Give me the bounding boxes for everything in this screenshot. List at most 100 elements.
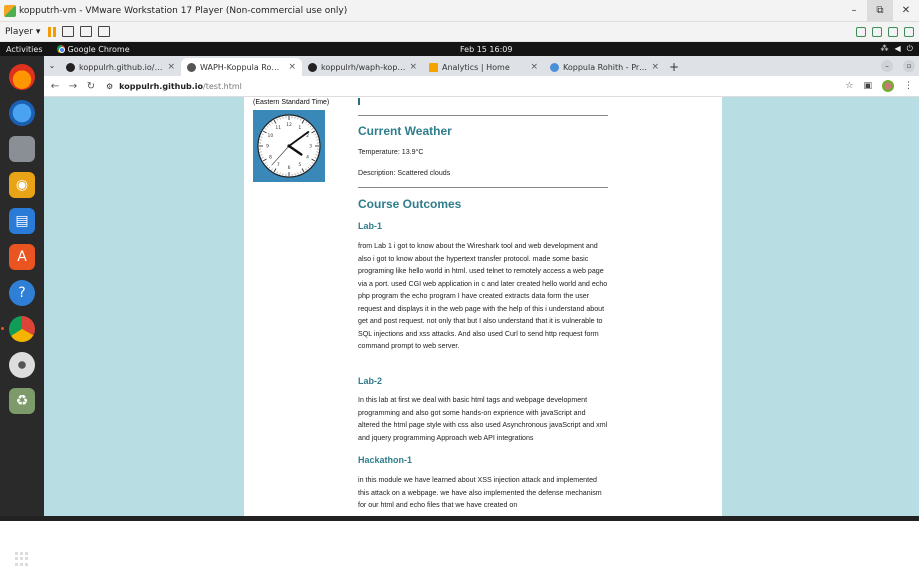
send-ctrl-alt-del-icon[interactable] bbox=[62, 26, 74, 37]
url-field[interactable]: ⚙ koppulrh.github.io/test.html bbox=[106, 82, 242, 91]
window-title: kopputrh-vm - VMware Workstation 17 Play… bbox=[19, 6, 841, 16]
tab-close-icon[interactable]: × bbox=[167, 62, 175, 72]
svg-text:8: 8 bbox=[269, 154, 272, 160]
device-usb-icon[interactable] bbox=[872, 27, 882, 37]
tab-close-icon[interactable]: × bbox=[409, 62, 417, 72]
chrome-icon bbox=[57, 45, 65, 53]
chrome-menu-icon[interactable]: ⋮ bbox=[904, 81, 913, 91]
forward-icon[interactable]: → bbox=[66, 81, 80, 92]
back-icon[interactable]: ← bbox=[48, 81, 62, 92]
pause-icon[interactable] bbox=[48, 27, 56, 37]
description-text: Description: Scattered clouds bbox=[358, 167, 608, 180]
web-viewport: (Eastern Standard Time) 123456789101112 … bbox=[44, 97, 919, 521]
disc-icon[interactable] bbox=[9, 352, 35, 378]
tab-2[interactable]: koppulrh/waph-koppul × bbox=[302, 58, 423, 76]
device-icons bbox=[856, 27, 914, 37]
lab2-text: In this lab at first we deal with basic … bbox=[358, 394, 608, 444]
bookmark-star-icon[interactable]: ☆ bbox=[845, 81, 853, 91]
github-icon bbox=[66, 63, 75, 72]
volume-icon: ◀ bbox=[895, 44, 901, 54]
writer-icon[interactable]: ▤ bbox=[9, 208, 35, 234]
svg-text:12: 12 bbox=[286, 122, 292, 128]
svg-text:3: 3 bbox=[309, 144, 312, 150]
tab-label: Koppula Rohith - Profile bbox=[563, 63, 647, 72]
toolbar-actions: ☆ ▣ ⋮ bbox=[845, 80, 913, 92]
svg-text:4: 4 bbox=[306, 154, 309, 160]
help-icon[interactable]: ? bbox=[9, 280, 35, 306]
host-taskbar bbox=[0, 516, 919, 521]
divider bbox=[358, 187, 608, 188]
address-bar: ← → ↻ ⚙ koppulrh.github.io/test.html ☆ ▣… bbox=[44, 76, 919, 97]
tab-4[interactable]: Koppula Rohith - Profile × bbox=[544, 58, 665, 76]
page-container: (Eastern Standard Time) 123456789101112 … bbox=[244, 97, 722, 521]
divider bbox=[358, 115, 608, 116]
vmware-toolbar: Player ▾ bbox=[0, 22, 919, 42]
thunderbird-icon[interactable] bbox=[9, 100, 35, 126]
tab-1[interactable]: WAPH-Koppula Rohithh × bbox=[181, 58, 302, 76]
analog-clock: 123456789101112 bbox=[253, 110, 325, 182]
github-icon bbox=[308, 63, 317, 72]
device-network-icon[interactable] bbox=[856, 27, 866, 37]
player-menu[interactable]: Player ▾ bbox=[5, 27, 40, 37]
chrome-dock-icon[interactable] bbox=[9, 316, 35, 342]
power-icon: ⏻ bbox=[907, 44, 913, 54]
chrome-minimize-button[interactable]: – bbox=[881, 60, 893, 72]
new-tab-button[interactable]: + bbox=[665, 58, 683, 76]
tab-label: koppulrh.github.io/proj bbox=[79, 63, 163, 72]
svg-text:10: 10 bbox=[268, 133, 274, 139]
url-host: koppulrh.github.io bbox=[119, 82, 203, 91]
fit-guest-icon[interactable] bbox=[80, 26, 92, 37]
hackathon-heading: Hackathon-1 bbox=[358, 455, 412, 465]
timezone-label: (Eastern Standard Time) bbox=[253, 99, 329, 106]
lab2-heading: Lab-2 bbox=[358, 376, 382, 386]
device-printer-icon[interactable] bbox=[904, 27, 914, 37]
activities-button[interactable]: Activities bbox=[6, 45, 43, 54]
lab1-heading: Lab-1 bbox=[358, 221, 382, 231]
profile-avatar[interactable] bbox=[882, 80, 894, 92]
svg-text:7: 7 bbox=[277, 162, 280, 168]
tab-close-icon[interactable]: × bbox=[651, 62, 659, 72]
system-tray[interactable]: ⁂ ◀ ⏻ bbox=[881, 44, 913, 54]
tab-close-icon[interactable]: × bbox=[288, 62, 296, 72]
close-button[interactable]: ✕ bbox=[893, 5, 919, 16]
files-icon[interactable] bbox=[9, 136, 35, 162]
reload-icon[interactable]: ↻ bbox=[84, 81, 98, 92]
url-path: /test.html bbox=[203, 82, 242, 91]
window-controls: – ▫ bbox=[881, 56, 915, 76]
content-marker bbox=[358, 98, 360, 105]
show-apps-icon[interactable] bbox=[15, 552, 29, 566]
side-panel-icon[interactable]: ▣ bbox=[863, 81, 872, 91]
svg-text:6: 6 bbox=[288, 165, 291, 171]
gnome-top-bar: Activities Google Chrome Feb 15 16:09 ⁂ … bbox=[0, 42, 919, 56]
firefox-icon[interactable] bbox=[9, 64, 35, 90]
svg-text:11: 11 bbox=[275, 125, 281, 131]
tab-3[interactable]: Analytics | Home × bbox=[423, 58, 544, 76]
rhythmbox-icon[interactable]: ◉ bbox=[9, 172, 35, 198]
app-menu[interactable]: Google Chrome bbox=[57, 45, 130, 54]
analytics-icon bbox=[429, 63, 438, 72]
maximize-button[interactable]: ⧉ bbox=[867, 0, 893, 22]
tab-search-icon[interactable]: ⌄ bbox=[44, 56, 60, 76]
tab-bar: ⌄ koppulrh.github.io/proj × WAPH-Koppula… bbox=[44, 56, 919, 76]
lab1-text: from Lab 1 i got to know about the Wires… bbox=[358, 240, 608, 353]
minimize-button[interactable]: – bbox=[841, 5, 867, 16]
clock-face-icon: 123456789101112 bbox=[253, 110, 325, 182]
tab-0[interactable]: koppulrh.github.io/proj × bbox=[60, 58, 181, 76]
svg-text:9: 9 bbox=[266, 144, 269, 150]
vmware-logo-icon bbox=[4, 5, 16, 17]
outcomes-heading: Course Outcomes bbox=[358, 197, 461, 211]
unity-icon[interactable] bbox=[98, 26, 110, 37]
app-name: Google Chrome bbox=[68, 45, 130, 54]
svg-text:5: 5 bbox=[298, 162, 301, 168]
trash-icon[interactable]: ♻ bbox=[9, 388, 35, 414]
svg-text:1: 1 bbox=[298, 125, 301, 131]
software-icon[interactable]: A bbox=[9, 244, 35, 270]
site-info-icon[interactable]: ⚙ bbox=[106, 82, 113, 91]
ubuntu-dock: ◉ ▤ A ? ♻ bbox=[0, 56, 44, 521]
temperature-text: Temperature: 13.9°C bbox=[358, 146, 608, 159]
chrome-maximize-button[interactable]: ▫ bbox=[903, 60, 915, 72]
tab-close-icon[interactable]: × bbox=[530, 62, 538, 72]
tab-label: WAPH-Koppula Rohithh bbox=[200, 63, 284, 72]
system-clock[interactable]: Feb 15 16:09 bbox=[460, 45, 512, 54]
device-audio-icon[interactable] bbox=[888, 27, 898, 37]
